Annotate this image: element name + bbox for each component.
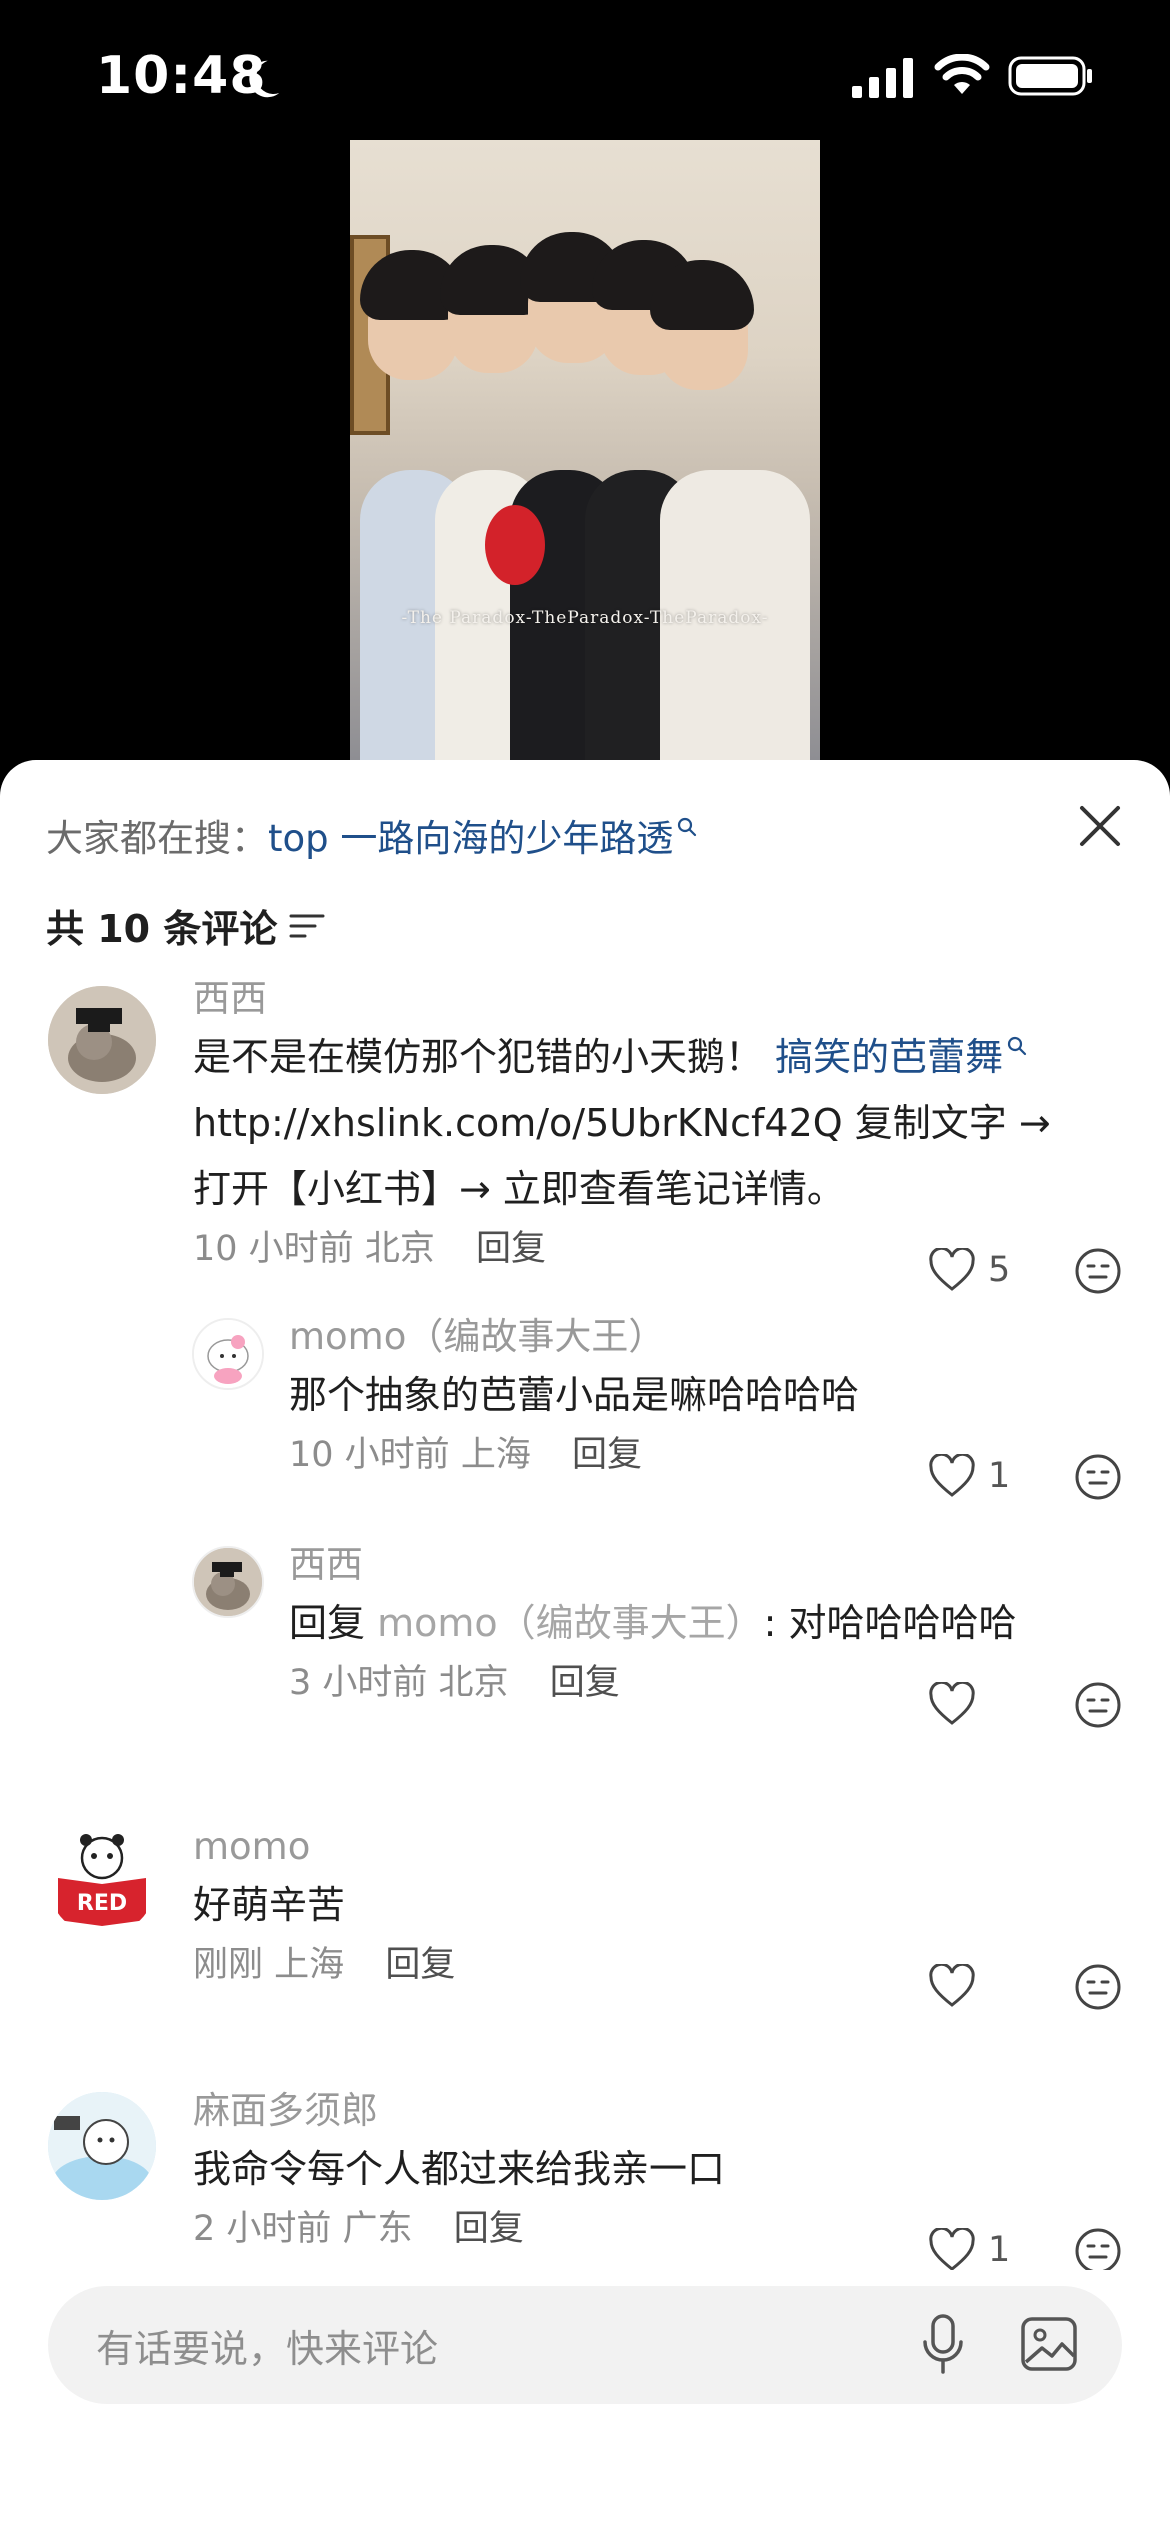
comment-location: 广东 <box>342 2209 413 2249</box>
comment-text: 我命令每个人都过来给我亲一口 <box>193 2147 726 2191</box>
search-icon <box>678 817 697 837</box>
comment-text-url: http://xhslink.com/o/5UbrKNcf42Q 复制文字 → <box>193 1101 1051 1145</box>
avatar[interactable] <box>48 2092 156 2200</box>
comments-sheet: 大家都在搜：top 一路向海的少年路透 共 10 条评论 西西 是不是在模仿那个… <box>0 760 1170 2532</box>
comment-text: 回复 momo（编故事大王）: 对哈哈哈哈哈 <box>289 1590 1109 1656</box>
like-count: 1 <box>988 2230 1011 2270</box>
comment-topic-link[interactable]: 搞笑的芭蕾舞 <box>775 1035 1003 1079</box>
reply-button[interactable]: 回复 <box>572 1435 642 1475</box>
reply-button[interactable]: 回复 <box>454 2209 524 2249</box>
comment-time: 刚刚 <box>193 1945 264 1985</box>
comment-count-row[interactable]: 共 10 条评论 <box>46 898 325 953</box>
heart-icon <box>929 2228 975 2270</box>
like-count: 5 <box>988 1250 1011 1290</box>
avatar[interactable]: RED <box>48 1828 156 1936</box>
trending-search-row: 大家都在搜：top 一路向海的少年路透 <box>46 808 697 862</box>
bear-avatar-image <box>48 2092 156 2200</box>
search-icon <box>1008 1036 1027 1056</box>
emoji-reaction-icon[interactable] <box>1073 2226 1123 2270</box>
emoji-reaction-icon[interactable] <box>1073 1452 1123 1502</box>
comment-text-part: 打开【小红书】→ 立即查看笔记详情。 <box>193 1167 845 1211</box>
reply-button[interactable]: 回复 <box>385 1945 455 1985</box>
close-icon[interactable] <box>1074 800 1126 852</box>
moon-icon <box>249 60 280 98</box>
avatar[interactable] <box>192 1318 264 1390</box>
heart-icon <box>929 1682 975 1725</box>
like-button[interactable]: 1 <box>928 2228 1010 2270</box>
comment-text: 是不是在模仿那个犯错的小天鹅！ 搞笑的芭蕾舞 http://xhslink.co… <box>193 1024 1093 1222</box>
comment-text: 好萌辛苦 <box>193 1883 346 1927</box>
emoji-reaction-icon[interactable] <box>1073 1246 1123 1296</box>
bunny-avatar-image <box>194 1548 262 1616</box>
comment-text-part: 是不是在模仿那个犯错的小天鹅！ <box>193 1035 776 1079</box>
comment-location: 北京 <box>364 1229 435 1269</box>
sort-filter-icon[interactable] <box>289 911 325 941</box>
comment-author[interactable]: momo <box>193 1822 1093 1872</box>
bunny-avatar-image <box>48 986 156 1094</box>
reply-prefix: 回复 <box>289 1601 378 1645</box>
like-button[interactable]: 5 <box>928 1248 1010 1292</box>
comment-count: 共 10 条评论 <box>46 907 278 951</box>
heart-icon <box>929 1248 975 1291</box>
comment-time: 3 小时前 <box>289 1663 428 1703</box>
comment-input-bar[interactable]: 有话要说，快来评论 <box>48 2286 1122 2404</box>
avatar[interactable] <box>48 986 156 1094</box>
like-button[interactable] <box>928 1964 988 2008</box>
comment-author[interactable]: momo（编故事大王） <box>289 1312 1109 1362</box>
comment-time: 10 小时前 <box>193 1229 354 1269</box>
reply-to-user[interactable]: momo（编故事大王） <box>377 1601 764 1645</box>
like-count: 1 <box>988 1456 1011 1496</box>
heart-icon <box>929 1454 975 1497</box>
comment-time: 2 小时前 <box>193 2209 332 2249</box>
heart-icon <box>929 1964 975 2007</box>
video-player[interactable]: -The Paradox-TheParadox-TheParadox- <box>350 140 820 760</box>
trending-search-prefix: 大家都在搜： <box>46 817 268 860</box>
comment-author[interactable]: 西西 <box>193 980 1093 1024</box>
like-button[interactable]: 1 <box>928 1454 1010 1498</box>
comment-location: 上海 <box>460 1435 531 1475</box>
avatar[interactable] <box>192 1546 264 1618</box>
emoji-reaction-icon[interactable] <box>1073 1680 1123 1730</box>
comment-author[interactable]: 西西 <box>289 1540 1109 1590</box>
comment-text: 那个抽象的芭蕾小品是嘛哈哈哈哈 <box>289 1373 860 1417</box>
red-flower <box>485 505 545 585</box>
cat-avatar-image <box>194 1320 262 1388</box>
like-button[interactable] <box>928 1682 988 1726</box>
comments-list[interactable]: 西西 是不是在模仿那个犯错的小天鹅！ 搞笑的芭蕾舞 http://xhslink… <box>0 980 1170 2270</box>
status-bar: 10:48 <box>0 0 1170 150</box>
reply-button[interactable]: 回复 <box>550 1663 620 1703</box>
comment-author[interactable]: 麻面多须郎 <box>193 2086 1093 2136</box>
avatar-label: RED <box>77 1891 127 1916</box>
battery-icon <box>1008 56 1092 96</box>
reply-button[interactable]: 回复 <box>476 1229 546 1269</box>
comment-time: 10 小时前 <box>289 1435 450 1475</box>
comment-location: 北京 <box>438 1663 509 1703</box>
emoji-reaction-icon[interactable] <box>1073 1962 1123 2012</box>
wifi-icon <box>934 54 990 94</box>
comment-text-part: : 对哈哈哈哈哈 <box>763 1601 1017 1645</box>
comment-input-placeholder[interactable]: 有话要说，快来评论 <box>96 2318 438 2373</box>
microphone-icon[interactable] <box>918 2312 968 2376</box>
trending-search-link[interactable]: top 一路向海的少年路透 <box>268 817 673 860</box>
red-book-avatar-image: RED <box>48 1828 156 1936</box>
comment-location: 上海 <box>274 1945 345 1985</box>
image-picker-icon[interactable] <box>1020 2316 1078 2372</box>
video-watermark: -The Paradox-TheParadox-TheParadox- <box>401 608 769 628</box>
cellular-signal-icon <box>852 58 913 98</box>
